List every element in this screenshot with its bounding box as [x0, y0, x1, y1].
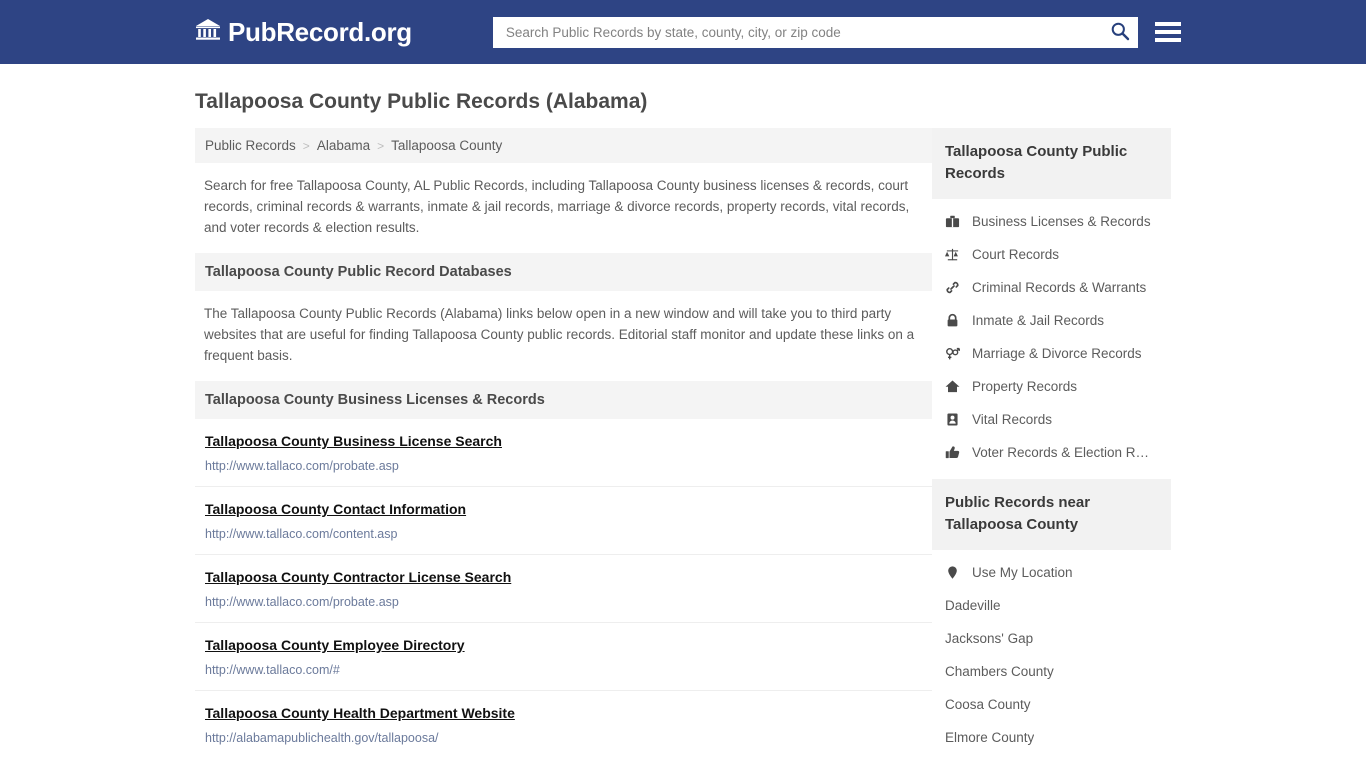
search-input[interactable]	[503, 16, 1110, 48]
record-link-title[interactable]: Tallapoosa County Contractor License Sea…	[205, 568, 511, 586]
hamburger-menu-icon[interactable]	[1154, 22, 1181, 42]
sidebar-item-inmate-jail-records[interactable]: Inmate & Jail Records	[932, 304, 1171, 337]
sidebar-item-label: Chambers County	[944, 664, 1054, 680]
breadcrumb-separator: >	[377, 138, 385, 153]
sidebar-item-jacksons-gap[interactable]: Jacksons' Gap	[932, 622, 1171, 655]
sidebar-item-business-licenses[interactable]: Business Licenses & Records	[932, 205, 1171, 238]
record-link-url[interactable]: http://www.tallaco.com/probate.asp	[205, 458, 922, 474]
record-link-title[interactable]: Tallapoosa County Employee Directory	[205, 636, 465, 654]
sidebar-item-criminal-records[interactable]: Criminal Records & Warrants	[932, 271, 1171, 304]
record-link-title[interactable]: Tallapoosa County Health Department Webs…	[205, 704, 515, 722]
link-row: Tallapoosa County Contractor License Sea…	[195, 555, 932, 624]
briefcase-icon	[945, 214, 961, 229]
page-container: Tallapoosa County Public Records (Alabam…	[0, 89, 1366, 768]
hamburger-bar	[1154, 38, 1181, 42]
sidebar-nearby-panel: Public Records near Tallapoosa County Us…	[931, 479, 1171, 754]
see-all-row: See all Tallapoosa County Business Licen…	[195, 758, 932, 768]
sidebar-item-label: Business Licenses & Records	[971, 214, 1151, 230]
hamburger-bar	[1154, 30, 1181, 34]
sidebar-item-label: Dadeville	[944, 598, 1001, 614]
sidebar-item-label: Use My Location	[971, 565, 1073, 581]
link-row: Tallapoosa County Employee Directory htt…	[195, 623, 932, 692]
sidebar-item-label: Inmate & Jail Records	[971, 313, 1105, 329]
search-box	[492, 16, 1138, 48]
site-header: PubRecord.org	[0, 0, 1366, 64]
breadcrumb-separator: >	[302, 138, 310, 153]
sidebar-item-label: Vital Records	[971, 412, 1053, 428]
databases-paragraph: The Tallapoosa County Public Records (Al…	[204, 306, 915, 364]
sidebar-item-voter-records[interactable]: Voter Records & Election R…	[932, 436, 1171, 469]
databases-section-heading: Tallapoosa County Public Record Database…	[195, 253, 932, 292]
record-link-title[interactable]: Tallapoosa County Contact Information	[205, 500, 466, 518]
venus-mars-icon	[945, 346, 961, 361]
sidebar-item-label: Criminal Records & Warrants	[971, 280, 1147, 296]
map-pin-icon	[945, 565, 961, 580]
link-row: Tallapoosa County Contact Information ht…	[195, 487, 932, 556]
bank-building-icon	[195, 18, 221, 47]
record-link-title[interactable]: Tallapoosa County Business License Searc…	[205, 432, 502, 450]
sidebar-item-label: Elmore County	[944, 730, 1035, 746]
record-link-url[interactable]: http://www.tallaco.com/#	[205, 662, 922, 678]
content-columns: Public Records > Alabama > Tallapoosa Co…	[195, 128, 1171, 768]
record-link-url[interactable]: http://www.tallaco.com/content.asp	[205, 526, 922, 542]
sidebar-item-label: Voter Records & Election R…	[971, 445, 1150, 461]
site-logo[interactable]: PubRecord.org	[195, 18, 412, 47]
sidebar-nearby-list: Use My Location Dadeville Jacksons' Gap …	[932, 550, 1171, 754]
business-section-heading: Tallapoosa County Business Licenses & Re…	[195, 381, 932, 420]
scales-of-justice-icon	[945, 247, 961, 262]
sidebar-item-elmore-county[interactable]: Elmore County	[932, 721, 1171, 754]
sidebar: Tallapoosa County Public Records Busines…	[931, 128, 1171, 754]
search-icon	[1110, 21, 1130, 44]
main-content: Public Records > Alabama > Tallapoosa Co…	[195, 128, 932, 768]
sidebar-item-use-my-location[interactable]: Use My Location	[932, 556, 1171, 589]
sidebar-item-marriage-divorce-records[interactable]: Marriage & Divorce Records	[932, 337, 1171, 370]
thumbs-up-icon	[945, 445, 961, 460]
sidebar-item-property-records[interactable]: Property Records	[932, 370, 1171, 403]
sidebar-item-chambers-county[interactable]: Chambers County	[932, 655, 1171, 688]
id-badge-icon	[945, 412, 961, 427]
breadcrumb: Public Records > Alabama > Tallapoosa Co…	[195, 128, 932, 164]
sidebar-records-heading: Tallapoosa County Public Records	[931, 128, 1171, 200]
hamburger-bar	[1154, 22, 1181, 26]
sidebar-item-label: Court Records	[971, 247, 1060, 263]
site-logo-text: PubRecord.org	[228, 17, 412, 47]
breadcrumb-item-alabama[interactable]: Alabama	[317, 138, 370, 153]
link-row: Tallapoosa County Business License Searc…	[195, 419, 932, 488]
sidebar-item-label: Property Records	[971, 379, 1078, 395]
link-row: Tallapoosa County Health Department Webs…	[195, 691, 932, 758]
intro-paragraph: Search for free Tallapoosa County, AL Pu…	[204, 178, 910, 236]
breadcrumb-item-tallapoosa-county[interactable]: Tallapoosa County	[391, 138, 502, 153]
sidebar-records-list: Business Licenses & Records Court Record…	[932, 199, 1171, 469]
breadcrumb-item-public-records[interactable]: Public Records	[205, 138, 296, 153]
sidebar-item-label: Marriage & Divorce Records	[971, 346, 1142, 362]
sidebar-nearby-heading: Public Records near Tallapoosa County	[931, 479, 1171, 551]
padlock-icon	[945, 313, 961, 328]
search-button[interactable]	[1110, 21, 1130, 44]
link-chain-icon	[945, 280, 961, 295]
sidebar-item-court-records[interactable]: Court Records	[932, 238, 1171, 271]
header-search-area	[492, 16, 1181, 48]
sidebar-item-label: Jacksons' Gap	[944, 631, 1034, 647]
record-link-url[interactable]: http://alabamapublichealth.gov/tallapoos…	[205, 730, 922, 746]
sidebar-item-dadeville[interactable]: Dadeville	[932, 589, 1171, 622]
home-icon	[945, 379, 961, 394]
page-title: Tallapoosa County Public Records (Alabam…	[195, 90, 648, 113]
sidebar-item-label: Coosa County	[944, 697, 1031, 713]
sidebar-item-coosa-county[interactable]: Coosa County	[932, 688, 1171, 721]
record-link-url[interactable]: http://www.tallaco.com/probate.asp	[205, 594, 922, 610]
sidebar-item-vital-records[interactable]: Vital Records	[932, 403, 1171, 436]
